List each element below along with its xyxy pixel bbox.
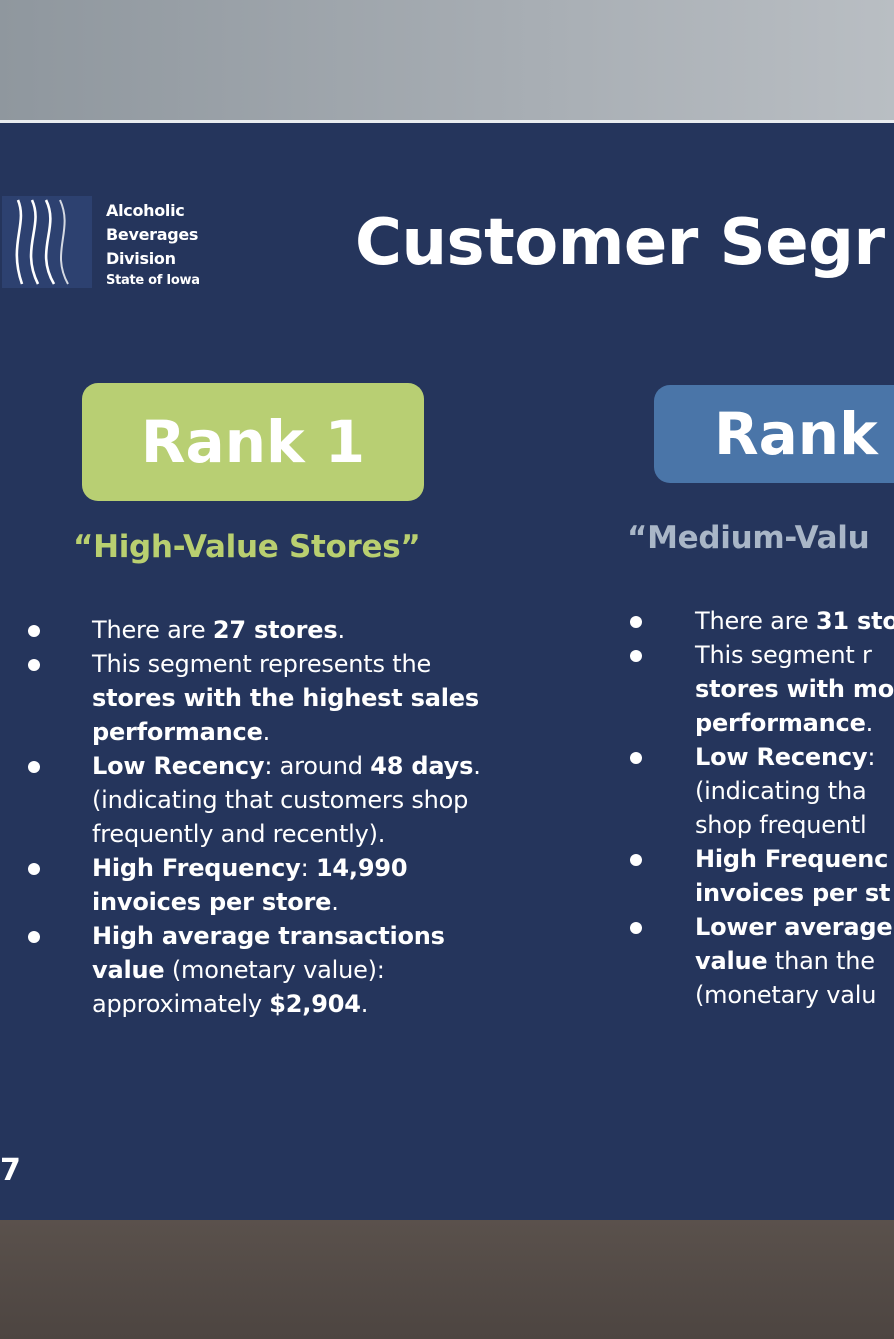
bullet-text: stores with the highest sales — [92, 684, 479, 712]
logo-line-1: Alcoholic — [106, 201, 185, 220]
bullet-text: performance — [92, 718, 263, 746]
bullet-line: Lower average — [600, 910, 894, 944]
bullet-line: High average transactions — [0, 919, 600, 953]
bullet-line: Low Recency: — [600, 740, 894, 774]
segment-1-bullets: There are 27 stores. This segment represe… — [0, 613, 600, 1021]
bullet-line: performance. — [0, 715, 600, 749]
bullet-text: : around — [264, 752, 371, 780]
bullet-text: approximately — [92, 990, 270, 1018]
logo-line-3: Division — [106, 249, 176, 268]
bullet-text: High average transactions — [92, 922, 445, 950]
bullet-text: stores with mo — [695, 675, 894, 703]
bullet-text: value — [92, 956, 165, 984]
bullet-text: shop frequentl — [695, 811, 867, 839]
bullet-line: shop frequentl — [600, 808, 894, 842]
segment-2-bullets: There are 31 sto This segment r stores wit… — [600, 604, 894, 1012]
bullet-text: This segment represents the — [92, 650, 432, 678]
bullet-line: stores with mo — [600, 672, 894, 706]
bullet-line: (indicating tha — [600, 774, 894, 808]
top-background — [0, 0, 894, 122]
bullet-text: There are — [92, 616, 213, 644]
bullet-line: invoices per store. — [0, 885, 600, 919]
abd-logo-text: Alcoholic Beverages Division State of Io… — [106, 199, 200, 291]
bullet-text: frequently and recently). — [92, 820, 386, 848]
rank-2-badge: Rank — [654, 385, 894, 483]
bullet-line: frequently and recently). — [0, 817, 600, 851]
bullet-text: Lower average — [695, 913, 893, 941]
bullet-text: (indicating tha — [695, 777, 867, 805]
bullet-text: : — [867, 743, 876, 771]
segment-1-name: “High-Value Stores” — [73, 529, 421, 565]
bullet-line: value than the — [600, 944, 894, 978]
bottom-background — [0, 1220, 894, 1339]
bullet-line: There are 31 sto — [600, 604, 894, 638]
slide-title: Customer Segr — [355, 206, 885, 280]
bullet-text: High Frequency — [92, 854, 301, 882]
bullet-text: Low Recency — [92, 752, 265, 780]
bullet-text: . — [865, 709, 874, 737]
presentation-slide: Alcoholic Beverages Division State of Io… — [0, 123, 894, 1220]
logo-line-4: State of Iowa — [106, 273, 200, 288]
bullet-line: High Frequency: 14,990 — [0, 851, 600, 885]
bullet-text: 27 stores — [212, 616, 338, 644]
bullet-text: value — [695, 947, 768, 975]
bullet-text: . — [262, 718, 271, 746]
bullet-line: approximately $2,904. — [0, 987, 600, 1021]
bullet-text: . — [331, 888, 339, 916]
bullet-line: Low Recency: around 48 days. — [0, 749, 600, 783]
abd-logo-icon — [2, 196, 92, 288]
bullet-text: (monetary value): — [164, 956, 385, 984]
bullet-text: 31 sto — [815, 607, 894, 635]
bullet-text: . — [337, 616, 345, 644]
bullet-text: High Frequenc — [695, 845, 889, 873]
logo-line-2: Beverages — [106, 225, 199, 244]
bullet-line: stores with the highest sales — [0, 681, 600, 715]
segment-2-name: “Medium-Valu — [627, 520, 870, 556]
bullet-line: This segment represents the — [0, 647, 600, 681]
bullet-text: . — [360, 990, 369, 1018]
bullet-text: than the — [767, 947, 875, 975]
bullet-text: 48 days — [370, 752, 474, 780]
bullet-text: Low Recency — [695, 743, 868, 771]
bullet-text: (indicating that customers shop — [92, 786, 469, 814]
bullet-text: There are — [695, 607, 816, 635]
bullet-text: . — [473, 752, 481, 780]
bullet-text: 14,990 — [315, 854, 408, 882]
bullet-text: performance — [695, 709, 866, 737]
bullet-text: invoices per store — [92, 888, 332, 916]
bullet-line: value (monetary value): — [0, 953, 600, 987]
bullet-line: High Frequenc — [600, 842, 894, 876]
partial-slide-number: 7 — [0, 1153, 21, 1188]
bullet-line: performance. — [600, 706, 894, 740]
rank-1-badge: Rank 1 — [82, 383, 424, 501]
bullet-text: : — [300, 854, 316, 882]
bullet-text: $2,904 — [269, 990, 361, 1018]
bullet-line: invoices per st — [600, 876, 894, 910]
bullet-line: There are 27 stores. — [0, 613, 600, 647]
bullet-line: (monetary valu — [600, 978, 894, 1012]
bullet-text: This segment r — [695, 641, 872, 669]
bullet-text: invoices per st — [695, 879, 891, 907]
bullet-line: This segment r — [600, 638, 894, 672]
bullet-text: (monetary valu — [695, 981, 877, 1009]
bullet-line: (indicating that customers shop — [0, 783, 600, 817]
